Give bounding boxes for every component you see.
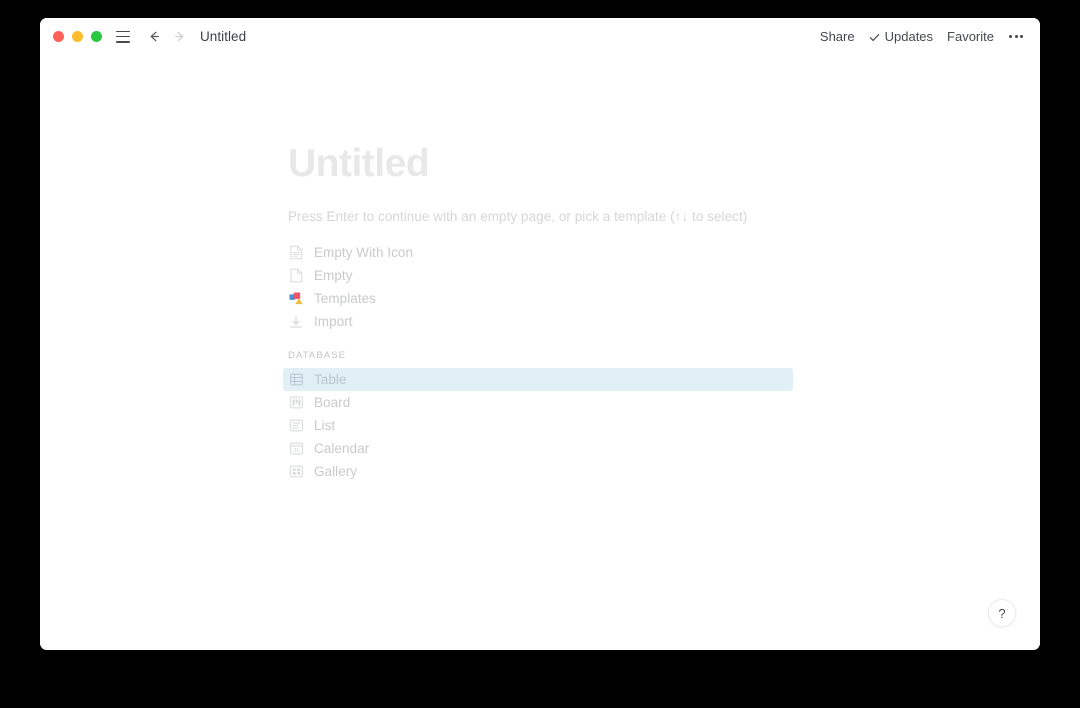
- page-body: Untitled Press Enter to continue with an…: [40, 55, 1040, 650]
- svg-text:31: 31: [293, 448, 299, 454]
- page-title-placeholder[interactable]: Untitled: [288, 144, 808, 183]
- list-lines-icon: [288, 418, 304, 434]
- templates-shapes-icon: [288, 291, 304, 307]
- database-option-gallery[interactable]: Gallery: [283, 460, 793, 483]
- calendar-31-icon: 31: [288, 441, 304, 457]
- titlebar: Untitled Share Updates Favorite: [40, 18, 1040, 55]
- breadcrumb-document-title[interactable]: Untitled: [200, 29, 246, 44]
- app-window: Untitled Share Updates Favorite Untitled…: [40, 18, 1040, 650]
- gallery-grid-icon: [288, 464, 304, 480]
- new-page-content: Untitled Press Enter to continue with an…: [283, 144, 808, 483]
- database-option-board[interactable]: Board: [283, 391, 793, 414]
- forward-arrow-icon[interactable]: [168, 26, 190, 48]
- download-icon: [288, 314, 304, 330]
- database-section-label: DATABASE: [288, 350, 347, 361]
- sidebar-toggle-icon[interactable]: [116, 30, 130, 43]
- check-icon: [869, 31, 880, 42]
- option-label: Calendar: [314, 441, 370, 456]
- share-button[interactable]: Share: [820, 29, 855, 44]
- close-window-button[interactable]: [53, 31, 64, 42]
- document-lines-icon: [288, 245, 304, 261]
- database-option-calendar[interactable]: 31 Calendar: [283, 437, 793, 460]
- option-label: Import: [314, 314, 353, 329]
- favorite-button[interactable]: Favorite: [947, 29, 994, 44]
- database-option-list[interactable]: List: [283, 414, 793, 437]
- board-columns-icon: [288, 395, 304, 411]
- navigation-arrows: [143, 26, 190, 48]
- option-label: Table: [314, 372, 347, 387]
- help-button[interactable]: ?: [988, 599, 1016, 627]
- option-empty[interactable]: Empty: [283, 264, 793, 287]
- back-arrow-icon[interactable]: [143, 26, 165, 48]
- option-import[interactable]: Import: [283, 310, 793, 333]
- window-controls: [53, 31, 102, 42]
- document-blank-icon: [288, 268, 304, 284]
- option-label: Templates: [314, 291, 376, 306]
- option-label: Empty: [314, 268, 353, 283]
- option-label: Board: [314, 395, 351, 410]
- option-label: Empty With Icon: [314, 245, 414, 260]
- database-option-table[interactable]: Table: [283, 368, 793, 391]
- more-options-icon[interactable]: [1008, 31, 1024, 42]
- table-grid-icon: [288, 372, 304, 388]
- template-option-list: Empty With Icon Empty Templates Import: [288, 241, 808, 333]
- maximize-window-button[interactable]: [91, 31, 102, 42]
- option-label: Gallery: [314, 464, 358, 479]
- titlebar-actions: Share Updates Favorite: [820, 29, 1024, 44]
- updates-button[interactable]: Updates: [869, 29, 933, 44]
- option-label: List: [314, 418, 336, 433]
- minimize-window-button[interactable]: [72, 31, 83, 42]
- updates-label: Updates: [884, 29, 934, 44]
- page-hint-text: Press Enter to continue with an empty pa…: [288, 209, 748, 224]
- option-templates[interactable]: Templates: [283, 287, 793, 310]
- database-option-list: Table Board List 31 Calendar Gallery: [283, 368, 808, 483]
- option-empty-with-icon[interactable]: Empty With Icon: [283, 241, 793, 264]
